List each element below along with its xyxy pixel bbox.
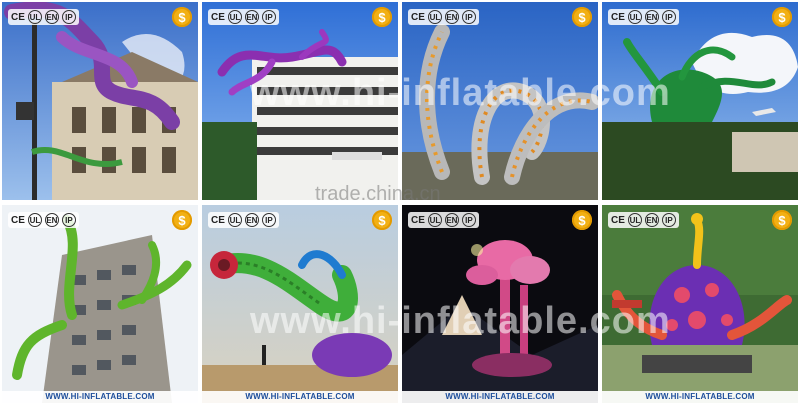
en-mark-icon: EN — [244, 10, 259, 24]
photo-green-tentacles-building: CE UL EN IP $ WWW.HI-INFLATABLE.COM — [2, 205, 198, 403]
certification-badges: CE UL EN IP — [408, 212, 479, 228]
ip-mark-icon: IP — [461, 10, 476, 24]
ip-mark-icon: IP — [61, 10, 76, 24]
ce-mark-icon: CE — [11, 11, 25, 23]
photo-purple-spotted-monster: CE UL EN IP $ WWW.HI-INFLATABLE.COM — [602, 205, 798, 403]
ul-mark-icon: UL — [227, 10, 242, 24]
dollar-coin-icon[interactable]: $ — [372, 210, 392, 230]
product-photo-grid: CE UL EN IP $ CE UL EN IP $ CE UL EN IP … — [0, 0, 800, 407]
en-mark-icon: EN — [444, 10, 459, 24]
certification-badges: CE UL EN IP — [208, 9, 279, 25]
ce-mark-icon: CE — [611, 11, 625, 23]
green-octopus-trees-image — [602, 2, 798, 200]
purple-tentacle-lamp-image — [2, 2, 198, 200]
en-mark-icon: EN — [44, 10, 59, 24]
dollar-coin-icon[interactable]: $ — [572, 210, 592, 230]
photo-purple-tentacle-lamp: CE UL EN IP $ — [2, 2, 198, 200]
photo-green-caterpillar-monster: CE UL EN IP $ WWW.HI-INFLATABLE.COM — [202, 205, 398, 403]
website-caption: WWW.HI-INFLATABLE.COM — [602, 391, 798, 403]
ip-mark-icon: IP — [661, 213, 676, 227]
ip-mark-icon: IP — [261, 213, 276, 227]
photo-purple-octopus-building: CE UL EN IP $ — [202, 2, 398, 200]
purple-spotted-monster-image — [602, 205, 798, 403]
en-mark-icon: EN — [644, 213, 659, 227]
certification-badges: CE UL EN IP — [608, 212, 679, 228]
certification-badges: CE UL EN IP — [408, 9, 479, 25]
photo-pink-mushroom-night: CE UL EN IP $ WWW.HI-INFLATABLE.COM — [402, 205, 598, 403]
dollar-coin-icon[interactable]: $ — [372, 7, 392, 27]
green-tentacles-building-image — [2, 205, 198, 403]
ul-mark-icon: UL — [627, 213, 642, 227]
certification-badges: CE UL EN IP — [608, 9, 679, 25]
ce-mark-icon: CE — [211, 214, 225, 226]
certification-badges: CE UL EN IP — [208, 212, 279, 228]
ce-mark-icon: CE — [411, 11, 425, 23]
photo-green-octopus-trees: CE UL EN IP $ — [602, 2, 798, 200]
ip-mark-icon: IP — [461, 213, 476, 227]
pink-mushroom-night-image — [402, 205, 598, 403]
dollar-coin-icon[interactable]: $ — [572, 7, 592, 27]
ip-mark-icon: IP — [61, 213, 76, 227]
en-mark-icon: EN — [244, 213, 259, 227]
ul-mark-icon: UL — [427, 213, 442, 227]
ul-mark-icon: UL — [627, 10, 642, 24]
certification-badges: CE UL EN IP — [8, 9, 79, 25]
dollar-coin-icon[interactable]: $ — [772, 7, 792, 27]
website-caption: WWW.HI-INFLATABLE.COM — [202, 391, 398, 403]
ip-mark-icon: IP — [261, 10, 276, 24]
purple-octopus-building-image — [202, 2, 398, 200]
ce-mark-icon: CE — [11, 214, 25, 226]
website-caption: WWW.HI-INFLATABLE.COM — [2, 391, 198, 403]
dollar-coin-icon[interactable]: $ — [172, 210, 192, 230]
dollar-coin-icon[interactable]: $ — [172, 7, 192, 27]
ip-mark-icon: IP — [661, 10, 676, 24]
en-mark-icon: EN — [44, 213, 59, 227]
ce-mark-icon: CE — [611, 214, 625, 226]
gray-orange-tentacles-image — [402, 2, 598, 200]
ce-mark-icon: CE — [411, 214, 425, 226]
en-mark-icon: EN — [444, 213, 459, 227]
ul-mark-icon: UL — [427, 10, 442, 24]
ce-mark-icon: CE — [211, 11, 225, 23]
photo-gray-orange-tentacles: CE UL EN IP $ — [402, 2, 598, 200]
dollar-coin-icon[interactable]: $ — [772, 210, 792, 230]
ul-mark-icon: UL — [27, 213, 42, 227]
green-caterpillar-monster-image — [202, 205, 398, 403]
ul-mark-icon: UL — [27, 10, 42, 24]
ul-mark-icon: UL — [227, 213, 242, 227]
certification-badges: CE UL EN IP — [8, 212, 79, 228]
website-caption: WWW.HI-INFLATABLE.COM — [402, 391, 598, 403]
en-mark-icon: EN — [644, 10, 659, 24]
